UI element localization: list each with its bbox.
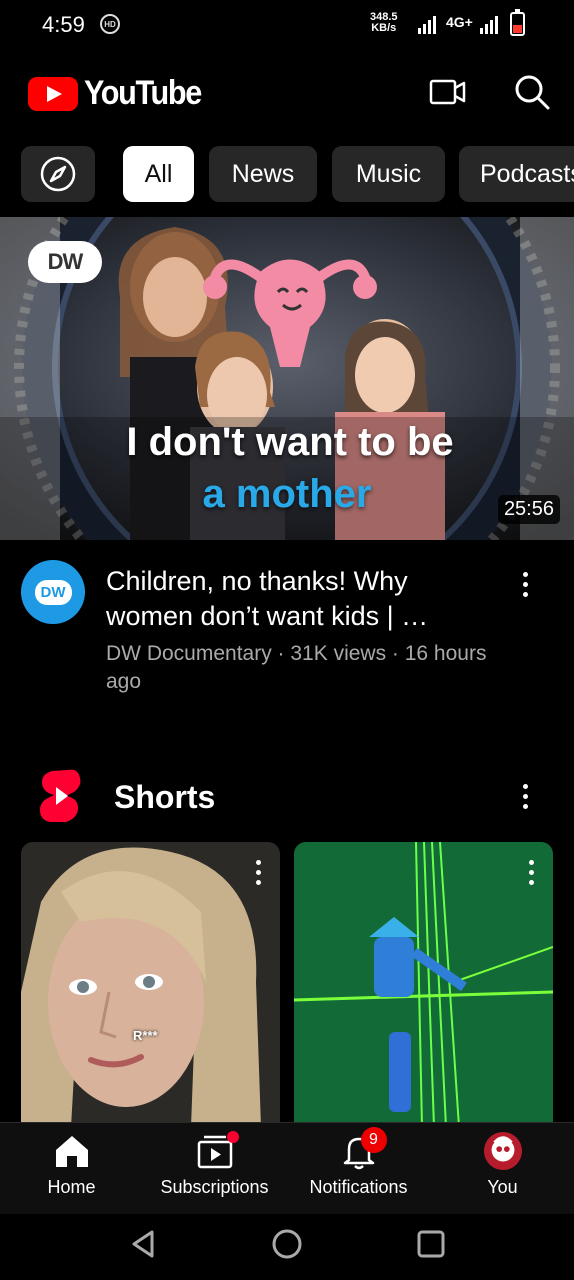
filter-chips: All News Music Podcasts — [0, 146, 574, 204]
more-vert-icon — [522, 571, 528, 577]
search-icon — [515, 75, 550, 110]
thumbnail-caption-line1: I don't want to be — [126, 420, 454, 464]
short-overlay-text: R*** — [133, 1028, 158, 1043]
video-title[interactable]: Children, no thanks! Why women don’t wan… — [106, 564, 490, 634]
recents-icon[interactable] — [415, 1228, 447, 1260]
video-thumbnail[interactable]: DW I don't want to be a mother 25:56 — [0, 217, 574, 540]
youtube-play-icon — [28, 76, 78, 111]
status-bar: 4:59 HD 348.5 KB/s 4G+ — [0, 0, 574, 50]
dw-logo-badge: DW — [28, 241, 102, 283]
app-header: YouTube — [0, 60, 574, 124]
back-icon[interactable] — [128, 1228, 160, 1260]
nav-home-label: Home — [47, 1177, 96, 1197]
network-type: 4G+ — [446, 14, 473, 30]
nav-subscriptions[interactable]: Subscriptions — [143, 1131, 286, 1211]
more-vert-icon — [528, 859, 534, 865]
channel-avatar-text: DW — [34, 579, 72, 605]
hd-icon: HD — [100, 14, 120, 34]
shorts-icon — [40, 769, 81, 822]
subscriptions-dot — [226, 1131, 239, 1143]
nav-notifications[interactable]: 9 Notifications — [287, 1127, 430, 1211]
battery-icon — [510, 9, 525, 36]
bottom-navigation: Home Subscriptions 9 Notifications You — [0, 1122, 574, 1214]
video-subtitle: DW Documentary · 31K views · 16 hours ag… — [106, 642, 487, 693]
youtube-logo[interactable]: YouTube — [28, 74, 214, 113]
video-menu-button[interactable] — [510, 564, 540, 604]
camera-icon — [429, 79, 466, 105]
nav-home[interactable]: Home — [0, 1131, 143, 1211]
network-speed-unit: KB/s — [371, 22, 397, 34]
signal-icon — [418, 16, 436, 34]
notifications-badge: 9 — [360, 1127, 387, 1153]
chip-podcasts[interactable]: Podcasts — [459, 146, 574, 202]
status-time: 4:59 — [42, 12, 85, 37]
home-circle-icon[interactable] — [270, 1227, 304, 1261]
shorts-menu-button[interactable] — [510, 776, 540, 816]
shorts-shelf-header: Shorts — [0, 764, 574, 828]
short-menu-button-1[interactable] — [243, 852, 273, 892]
short-thumbnail-1 — [21, 842, 280, 1127]
chip-news[interactable]: News — [209, 146, 317, 202]
chip-all[interactable]: All — [123, 146, 194, 202]
compass-icon — [40, 156, 76, 192]
more-vert-icon — [255, 859, 261, 865]
nav-you-label: You — [487, 1177, 518, 1197]
signal-icon-secondary — [480, 16, 498, 34]
nav-notifications-label: Notifications — [309, 1177, 408, 1197]
search-button[interactable] — [512, 72, 552, 112]
chip-music[interactable]: Music — [332, 146, 445, 202]
short-card-2[interactable] — [294, 842, 553, 1127]
nav-subscriptions-label: Subscriptions — [160, 1177, 269, 1197]
nav-you[interactable]: You — [431, 1131, 574, 1211]
shorts-title: Shorts — [114, 779, 216, 815]
short-menu-button-2[interactable] — [516, 852, 546, 892]
short-thumbnail-2 — [294, 842, 553, 1127]
create-button[interactable] — [428, 72, 468, 112]
brand-name: YouTube — [84, 74, 202, 112]
thumbnail-caption-line2: a mother — [202, 472, 372, 516]
video-duration: 25:56 — [497, 495, 560, 524]
short-card-1[interactable]: R*** — [21, 842, 280, 1127]
profile-avatar-icon — [483, 1131, 522, 1171]
system-navigation-bar — [0, 1214, 574, 1280]
home-icon — [55, 1136, 88, 1167]
video-info: DW Children, no thanks! Why women don’t … — [0, 560, 574, 700]
explore-chip[interactable] — [21, 146, 95, 202]
more-vert-icon — [522, 783, 528, 789]
network-speed: 348.5 KB/s — [370, 12, 398, 34]
channel-avatar[interactable]: DW — [21, 560, 85, 624]
